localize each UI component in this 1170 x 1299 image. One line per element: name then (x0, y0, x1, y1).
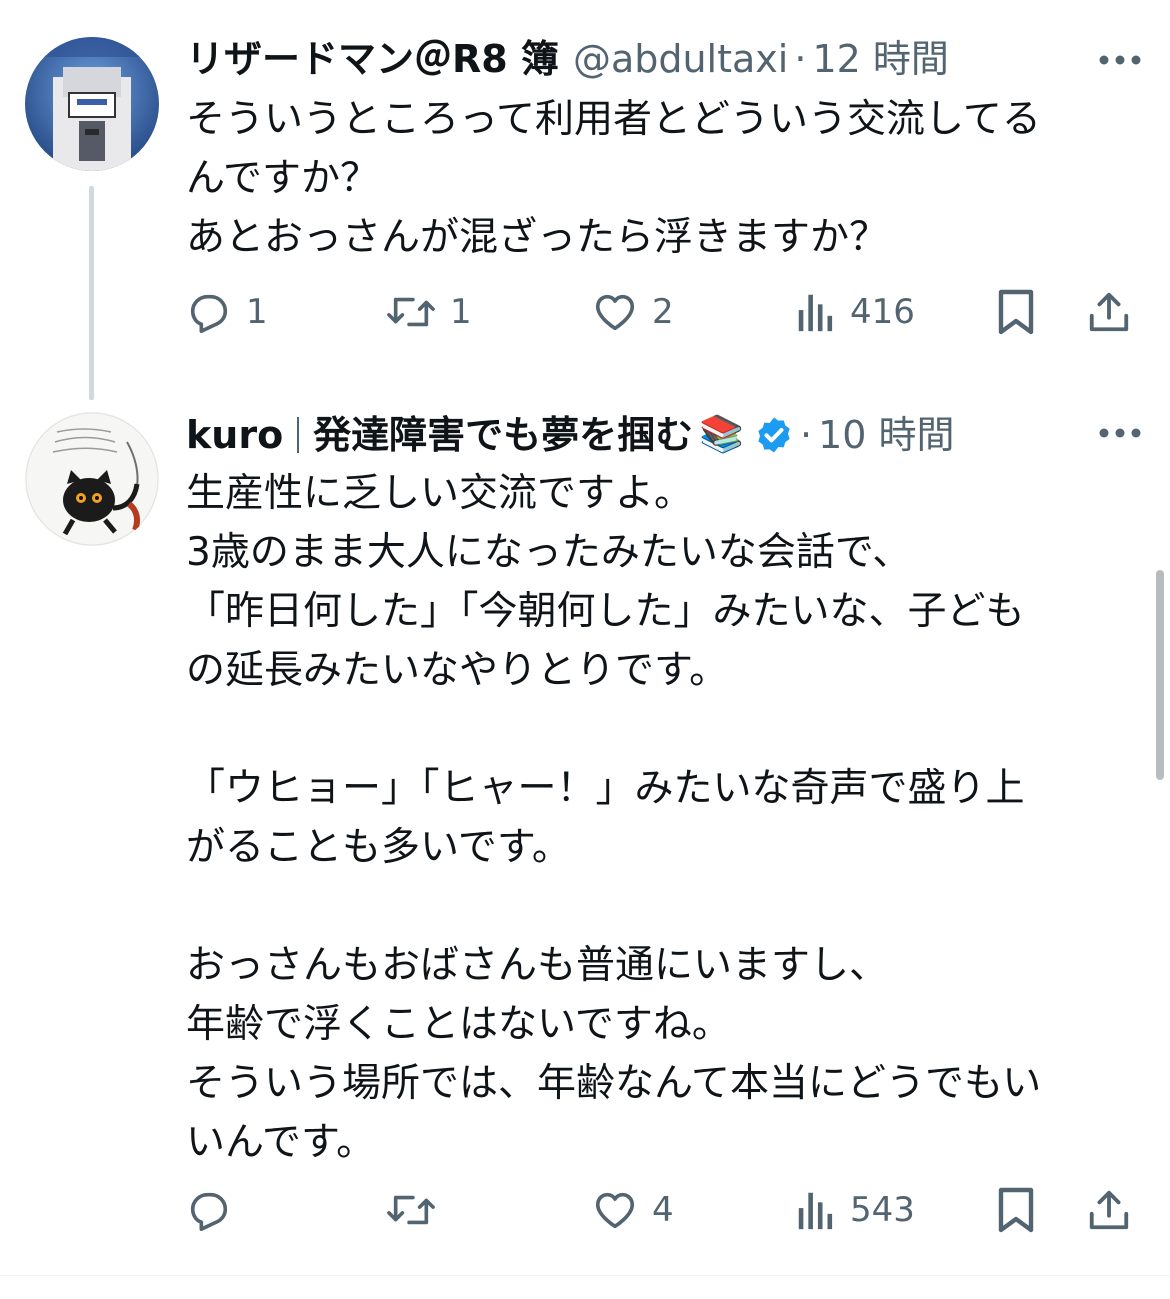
views-button[interactable]: 543 (796, 1180, 915, 1240)
reply-button[interactable] (186, 1180, 257, 1240)
like-count: 4 (652, 1190, 674, 1230)
share-icon (1089, 1190, 1129, 1230)
views-button[interactable]: 416 (796, 282, 915, 342)
tweet-text-line: おっさんもおばさんも普通にいますし、 (186, 943, 889, 988)
display-name-suffix[interactable]: 発達障害でも夢を掴む (313, 410, 693, 460)
separator-dot: · (794, 37, 807, 81)
tweet-text-line: いんです。 (186, 1120, 376, 1165)
retweet-count (450, 1190, 461, 1230)
separator-dot: · (800, 413, 813, 457)
user-handle[interactable]: @abdultaxi (573, 34, 788, 84)
avatar-image (25, 37, 159, 171)
thread-connector-line (89, 186, 94, 400)
share-icon (1089, 292, 1129, 332)
avatar[interactable] (25, 37, 159, 171)
scrollbar-thumb[interactable] (1156, 570, 1164, 780)
books-emoji: 📚 (699, 414, 745, 455)
like-button[interactable]: 2 (592, 282, 674, 342)
timestamp[interactable]: 10 時間 (818, 410, 954, 460)
bookmark-button[interactable] (996, 282, 1036, 342)
more-horizontal-icon[interactable] (1098, 427, 1142, 439)
retweet-count: 1 (450, 292, 472, 332)
avatar[interactable] (25, 412, 159, 546)
tweet-text-line: がることも多いです。 (186, 825, 571, 870)
tweet-actions: 4 543 (186, 1180, 1140, 1240)
retweet-icon (387, 1195, 435, 1225)
reply-icon (190, 294, 228, 333)
tweet-text-line: そういう場所では、年齢なんて本当にどうでもい (186, 1061, 1042, 1106)
views-count: 416 (850, 292, 915, 332)
reply-count (246, 1190, 257, 1230)
retweet-button[interactable] (386, 1180, 461, 1240)
display-name[interactable]: kuro (186, 410, 283, 460)
conversation-thread: リザードマン＠R8 簿 @abdultaxi · 12 時間 そういうところって… (0, 0, 1170, 1299)
tweet-text-line: 「昨日何した」「今朝何した」みたいな、子ども (186, 589, 1025, 634)
tweet-actions: 1 1 2 416 (186, 282, 1140, 342)
retweet-icon (387, 297, 435, 327)
tweet-header: kuro 発達障害でも夢を掴む 📚 · 10 時間 (186, 410, 1140, 460)
tweet-text-line: 年齢で浮くことはないですね。 (186, 1002, 731, 1047)
tweet-text-line (186, 700, 1136, 759)
bookmark-button[interactable] (996, 1180, 1036, 1240)
share-button[interactable] (1086, 1180, 1132, 1240)
bookmark-icon (998, 1187, 1034, 1233)
avatar-image (25, 412, 159, 546)
tweet-text-line: んですか？ (186, 156, 380, 201)
display-name[interactable]: リザードマン＠R8 簿 (186, 34, 559, 84)
name-separator-bar (297, 417, 300, 453)
views-chart-icon (798, 1192, 833, 1230)
more-horizontal-icon[interactable] (1098, 54, 1142, 66)
views-chart-icon (798, 294, 833, 332)
views-count: 543 (850, 1190, 915, 1230)
verified-badge-icon[interactable] (754, 415, 794, 455)
tweet-text-line: の延長みたいなやりとりです。 (186, 648, 729, 693)
reply-button[interactable]: 1 (186, 282, 268, 342)
tweet-text-line: 3歳のまま大人になったみたいな会話で、 (186, 530, 912, 575)
tweet-text-line (186, 877, 1136, 936)
bookmark-icon (998, 289, 1034, 335)
share-button[interactable] (1086, 282, 1132, 342)
heart-icon (595, 294, 635, 331)
tweet-text-line: そういうところって利用者とどういう交流してる (186, 97, 1041, 142)
like-button[interactable]: 4 (592, 1180, 674, 1240)
like-count: 2 (652, 292, 674, 332)
divider (0, 1275, 1170, 1276)
heart-icon (595, 1192, 635, 1229)
tweet-text-line: 生産性に乏しい交流ですよ。 (186, 471, 694, 516)
tweet-text-line: 「ウヒョー」「ヒャー！」みたいな奇声で盛り上 (186, 766, 1025, 811)
timestamp[interactable]: 12 時間 (812, 34, 948, 84)
tweet-text: 生産性に乏しい交流ですよ。 3歳のまま大人になったみたいな会話で、 「昨日何した… (186, 464, 1136, 1172)
reply-count: 1 (246, 292, 268, 332)
tweet-text: そういうところって利用者とどういう交流してる んですか？ あとおっさんが混ざった… (186, 90, 1136, 267)
retweet-button[interactable]: 1 (386, 282, 472, 342)
reply-icon (190, 1192, 228, 1231)
tweet-parent[interactable]: リザードマン＠R8 簿 @abdultaxi · 12 時間 そういうところって… (0, 0, 1170, 400)
tweet-header: リザードマン＠R8 簿 @abdultaxi · 12 時間 (186, 34, 1140, 84)
tweet-text-line: あとおっさんが混ざったら浮きますか？ (186, 215, 889, 260)
tweet-reply[interactable]: kuro 発達障害でも夢を掴む 📚 · 10 時間 生産性に乏しい交流ですよ。 … (0, 390, 1170, 1275)
